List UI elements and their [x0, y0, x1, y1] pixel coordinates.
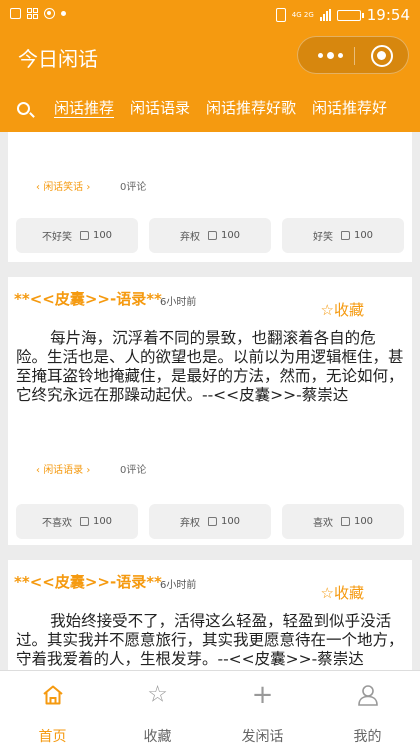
- status-bar: 4G 2G 19:54: [0, 0, 420, 30]
- tab-recommend[interactable]: 闲话推荐: [54, 97, 114, 118]
- abstain-label: 弃权: [179, 518, 200, 529]
- abstain-label: 弃权: [179, 232, 200, 243]
- dislike-count: 100: [92, 516, 113, 527]
- network-type: 4G 2G: [291, 10, 314, 19]
- nav-post[interactable]: + 发闲话: [210, 671, 315, 747]
- post-author: **<<皮囊>>-语录**: [14, 573, 162, 591]
- capsule-divider: [354, 47, 355, 65]
- dislike-button[interactable]: 不好笑 100: [16, 218, 138, 253]
- favorite-button[interactable]: ☆收藏: [321, 582, 364, 603]
- comment-count[interactable]: 0评论: [120, 461, 146, 476]
- like-count: 100: [353, 230, 374, 241]
- nav-home[interactable]: 首页: [0, 671, 105, 747]
- like-button[interactable]: 好笑 100: [282, 218, 404, 253]
- abstain-button[interactable]: 弃权 100: [149, 504, 271, 539]
- thumb-icon: [340, 231, 350, 240]
- status-notification-icons: [10, 8, 66, 19]
- page-title: 今日闲话: [18, 47, 98, 71]
- comment-count[interactable]: 0评论: [120, 178, 146, 193]
- star-icon: ☆: [147, 681, 168, 708]
- nav-favorites-label: 收藏: [143, 729, 172, 745]
- nav-favorites[interactable]: ☆ 收藏: [105, 671, 210, 747]
- signal-icon: [319, 9, 331, 21]
- vibrate-icon: [275, 8, 286, 22]
- record-icon: [44, 8, 55, 19]
- nav-home-label: 首页: [38, 729, 67, 745]
- dislike-count: 100: [92, 230, 113, 241]
- dislike-label: 不好笑: [41, 232, 72, 243]
- abstain-count: 100: [220, 516, 241, 527]
- app-header: 今日闲话: [0, 30, 420, 82]
- dot-icon: [61, 11, 66, 16]
- thumb-icon: [207, 231, 217, 240]
- close-target-icon[interactable]: [371, 45, 393, 67]
- like-button[interactable]: 喜欢 100: [282, 504, 404, 539]
- post-card: 闲话笑话 0评论 不好笑 100 弃权 100 好笑 100: [8, 132, 412, 262]
- notification-icon: [10, 8, 21, 19]
- like-count: 100: [353, 516, 374, 527]
- like-label: 喜欢: [312, 518, 333, 529]
- more-menu-icon[interactable]: [318, 52, 343, 59]
- mini-program-capsule: [297, 36, 409, 74]
- status-time: 19:54: [366, 6, 410, 24]
- thumb-icon: [79, 517, 89, 526]
- status-system-icons: 4G 2G 19:54: [275, 6, 410, 24]
- nav-profile-label: 我的: [353, 729, 382, 745]
- plus-icon: +: [251, 680, 274, 710]
- post-time: 6小时前: [160, 297, 197, 308]
- post-time: 6小时前: [160, 580, 197, 591]
- post-tag[interactable]: 闲话笑话: [36, 178, 90, 193]
- dislike-label: 不喜欢: [41, 518, 72, 529]
- nav-post-label: 发闲话: [241, 729, 284, 745]
- apps-icon: [27, 8, 38, 19]
- post-card: **<<皮囊>>-语录** 6小时前 ☆收藏 我始终接受不了，活得这么轻盈，轻盈…: [8, 560, 412, 670]
- tab-list: 闲话推荐 闲话语录 闲话推荐好歌 闲话推荐好: [54, 97, 387, 118]
- post-author: **<<皮囊>>-语录**: [14, 290, 162, 308]
- post-card: **<<皮囊>>-语录** 6小时前 ☆收藏 每片海，沉浮着不同的景致，也翻滚着…: [8, 277, 412, 545]
- home-icon: [42, 685, 63, 705]
- tab-quotes[interactable]: 闲话语录: [130, 97, 190, 118]
- favorite-button[interactable]: ☆收藏: [321, 299, 364, 320]
- bottom-nav: 首页 ☆ 收藏 + 发闲话 我的: [0, 670, 420, 747]
- post-text: 每片海，沉浮着不同的景致，也翻滚着各自的危险。生活也是、人的欲望也是。以前以为用…: [16, 329, 404, 404]
- like-label: 好笑: [312, 232, 333, 243]
- category-tabs: 闲话推荐 闲话语录 闲话推荐好歌 闲话推荐好: [0, 82, 420, 132]
- thumb-icon: [340, 517, 350, 526]
- post-text: 我始终接受不了，活得这么轻盈，轻盈到似乎没活过。其实我并不愿意旅行，其实我更愿意…: [16, 612, 404, 668]
- vote-buttons: 不喜欢 100 弃权 100 喜欢 100: [16, 504, 404, 539]
- vote-buttons: 不好笑 100 弃权 100 好笑 100: [16, 218, 404, 253]
- abstain-count: 100: [220, 230, 241, 241]
- dislike-button[interactable]: 不喜欢 100: [16, 504, 138, 539]
- post-tag[interactable]: 闲话语录: [36, 461, 90, 476]
- search-icon[interactable]: [17, 102, 30, 115]
- abstain-button[interactable]: 弃权 100: [149, 218, 271, 253]
- nav-profile[interactable]: 我的: [315, 671, 420, 747]
- user-icon: [357, 685, 378, 706]
- thumb-icon: [79, 231, 89, 240]
- thumb-icon: [207, 517, 217, 526]
- battery-icon: [336, 9, 364, 21]
- tab-songs[interactable]: 闲话推荐好歌: [206, 97, 296, 118]
- tab-more[interactable]: 闲话推荐好: [312, 97, 387, 118]
